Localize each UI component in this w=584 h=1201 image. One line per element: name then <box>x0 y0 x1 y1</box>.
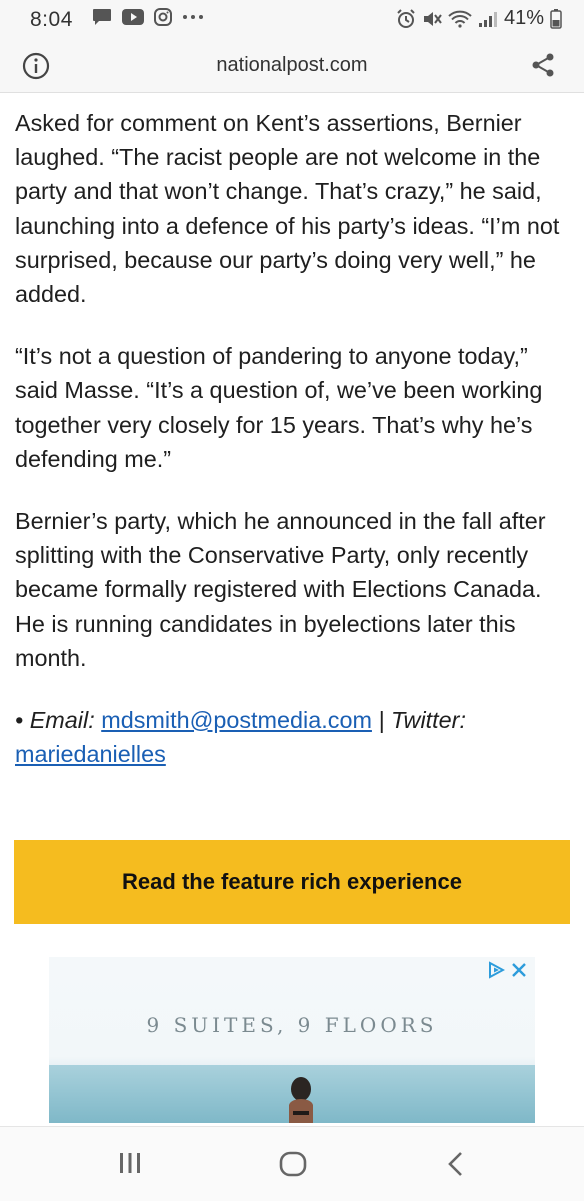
close-ad-icon[interactable] <box>511 962 527 978</box>
more-notifications-icon <box>183 15 203 19</box>
url-text[interactable]: nationalpost.com <box>0 54 584 77</box>
contact-bullet: • <box>15 707 30 734</box>
status-time: 8:04 <box>30 8 73 31</box>
author-contact: • Email: mdsmith@postmedia.com | Twitter… <box>15 703 570 771</box>
message-icon <box>93 9 111 25</box>
youtube-icon <box>122 9 144 25</box>
wifi-icon <box>448 10 472 28</box>
browser-url-bar[interactable]: nationalpost.com <box>0 40 584 93</box>
article-body: Asked for comment on Kent’s assertions, … <box>15 106 570 799</box>
email-label: Email: <box>29 707 102 734</box>
article-paragraph: Asked for comment on Kent’s assertions, … <box>15 110 560 308</box>
alarm-icon <box>397 8 415 28</box>
status-bar: 8:04 41% <box>0 0 584 40</box>
notification-icons <box>92 8 204 26</box>
recent-apps-icon[interactable] <box>118 1151 142 1175</box>
adchoices-icon[interactable] <box>487 961 505 979</box>
ad-swimmer-image <box>289 1077 313 1123</box>
email-link[interactable]: mdsmith@postmedia.com <box>101 707 372 733</box>
system-navigation-bar <box>0 1126 584 1201</box>
article-paragraph: Bernier’s party, which he announced in t… <box>15 508 546 671</box>
battery-icon <box>550 8 562 29</box>
ad-headline: 9 SUITES, 9 FLOORS <box>146 1013 438 1037</box>
instagram-icon <box>154 8 172 26</box>
home-icon[interactable] <box>279 1151 307 1177</box>
advertisement[interactable]: 9 SUITES, 9 FLOORS <box>49 957 535 1123</box>
article-paragraph: “It’s not a question of pandering to any… <box>15 343 543 472</box>
back-icon[interactable] <box>446 1151 466 1177</box>
battery-percent: 41% <box>503 7 544 29</box>
system-icons: 41% <box>396 7 562 30</box>
share-icon[interactable] <box>530 52 556 78</box>
mute-icon <box>423 11 442 26</box>
twitter-label: | Twitter: <box>371 707 466 734</box>
signal-icon <box>478 11 497 27</box>
twitter-link[interactable]: mariedanielles <box>15 741 166 767</box>
feature-experience-button[interactable]: Read the feature rich experience <box>14 840 570 924</box>
ad-controls <box>487 961 527 979</box>
